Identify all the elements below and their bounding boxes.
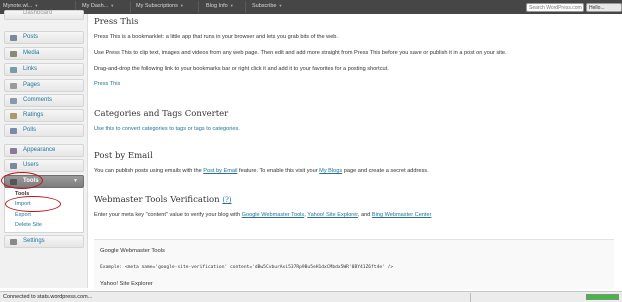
help-link[interactable]: (?) <box>222 196 231 204</box>
sidebar-item-label: Comments <box>23 97 53 103</box>
sidebar-item-label: Links <box>23 66 38 72</box>
users-icon <box>10 163 17 169</box>
press-this-description: Press This is a bookmarklet: a little ap… <box>94 34 338 40</box>
yahoo-site-explorer-link[interactable]: Yahoo! Site Explorer <box>307 212 358 218</box>
submenu-item-export[interactable]: Export <box>15 212 31 218</box>
link-icon <box>10 67 17 73</box>
comment-icon <box>10 98 17 104</box>
star-icon <box>10 113 17 119</box>
sidebar-item-media[interactable]: Media <box>4 47 84 60</box>
sidebar-item-label: Pages <box>23 82 41 88</box>
yahoo-verification-label: Yahoo! Site Explorer <box>100 281 153 287</box>
chevron-down-icon: ▼ <box>278 3 283 8</box>
chevron-down-icon: ▼ <box>73 178 78 184</box>
post-by-email-text: feature. To enable this visit your <box>239 168 318 174</box>
sidebar-item-label: Appearance <box>23 147 56 153</box>
webmaster-text: Enter your meta key "content" value to v… <box>94 212 241 218</box>
status-text: Connected to stats.wordpress.com... <box>3 294 93 300</box>
chevron-down-icon: ▼ <box>229 3 234 8</box>
post-by-email-description: You can publish posts using emails with … <box>94 168 429 174</box>
my-blogs-link[interactable]: My Blogs <box>319 168 342 174</box>
google-webmaster-link[interactable]: Google Webmaster Tools <box>242 212 305 218</box>
admin-bar-divider <box>198 1 199 13</box>
media-icon <box>10 51 17 57</box>
user-menu-button[interactable]: Hello... <box>586 3 622 12</box>
sidebar-item-label: Media <box>23 50 40 56</box>
page-icon <box>10 83 17 89</box>
browser-status-bar: Connected to stats.wordpress.com... <box>0 291 622 302</box>
sidebar-item-label: Settings <box>23 238 45 244</box>
admin-bar-subscribe[interactable]: Subscribe ▼ <box>252 3 282 9</box>
admin-bar-divider <box>245 1 246 13</box>
post-by-email-text: page and create a secret address. <box>343 168 429 174</box>
sidebar-item-label: Ratings <box>23 112 44 118</box>
page-load-progress-fill <box>587 295 618 299</box>
webmaster-title-text: Webmaster Tools Verification <box>94 195 220 205</box>
press-this-instructions: Drag-and-drop the following link to your… <box>94 66 389 72</box>
chevron-down-icon: ▼ <box>110 3 115 8</box>
sidebar-item-dashboard[interactable]: Dashboard <box>4 10 84 20</box>
bing-webmaster-link[interactable]: Bing Webmaster Center <box>372 212 432 218</box>
submenu-item-delete-site[interactable]: Delete Site <box>15 222 42 228</box>
settings-icon <box>10 239 17 245</box>
webmaster-text: , and <box>357 212 371 218</box>
sidebar-item-posts[interactable]: Posts <box>4 31 84 44</box>
sidebar-item-label: Polls <box>23 127 37 133</box>
search-input[interactable]: Search WordPress.com <box>526 3 584 12</box>
press-this-usage: Use Press This to clip text, images and … <box>94 50 507 56</box>
chevron-down-icon: ▼ <box>179 3 184 8</box>
admin-bar-divider <box>130 1 131 13</box>
admin-bar-my-dashboard[interactable]: My Dash... ▼ <box>82 3 114 9</box>
admin-bar-my-subscriptions[interactable]: My Subscriptions ▼ <box>136 3 184 9</box>
section-title-press-this: Press This <box>94 17 139 27</box>
poll-icon <box>10 128 17 134</box>
brush-icon <box>10 148 17 154</box>
google-verification-label: Google Webmaster Tools <box>100 248 165 254</box>
sidebar-item-settings[interactable]: Settings <box>4 235 84 248</box>
sidebar-item-label: Users <box>23 162 39 168</box>
annotation-circle-import <box>5 196 61 212</box>
section-title-post-by-email: Post by Email <box>94 151 153 161</box>
sidebar-item-ratings[interactable]: Ratings <box>4 109 84 122</box>
sidebar-item-appearance[interactable]: Appearance <box>4 144 84 157</box>
webmaster-description: Enter your meta key "content" value to v… <box>94 212 432 218</box>
tools-page-content: Press This Press This is a bookmarklet: … <box>92 14 622 290</box>
chevron-down-icon: ▼ <box>34 3 39 8</box>
sidebar-item-label: Dashboard <box>23 10 53 16</box>
sidebar-item-label: Posts <box>23 34 39 40</box>
annotation-circle-tools <box>1 172 43 189</box>
pushpin-icon <box>10 35 17 41</box>
google-verification-example: Example: <meta name='google-site-verific… <box>100 265 394 270</box>
verification-form: Google Webmaster Tools Example: <meta na… <box>94 239 614 289</box>
admin-bar: Mynote.wl... ▼ My Dash... ▼ My Subscriptio… <box>0 0 622 14</box>
admin-sidebar: Dashboard Posts Media Links Pages Commen… <box>0 10 88 288</box>
post-by-email-link[interactable]: Post by Email <box>203 168 237 174</box>
sidebar-item-users[interactable]: Users <box>4 159 84 172</box>
converter-link[interactable]: Use this to convert categories to tags o… <box>94 126 240 132</box>
status-divider <box>470 293 471 302</box>
sidebar-item-pages[interactable]: Pages <box>4 79 84 92</box>
sidebar-item-polls[interactable]: Polls <box>4 124 84 137</box>
sidebar-item-comments[interactable]: Comments <box>4 94 84 107</box>
section-title-webmaster: Webmaster Tools Verification (?) <box>94 195 232 205</box>
press-this-bookmarklet-link[interactable]: Press This <box>94 81 120 87</box>
post-by-email-text: You can publish posts using emails with … <box>94 168 202 174</box>
section-title-converter: Categories and Tags Converter <box>94 109 229 119</box>
admin-bar-blog-info[interactable]: Blog Info ▼ <box>206 3 234 9</box>
sidebar-item-links[interactable]: Links <box>4 63 84 76</box>
admin-bar-site-name[interactable]: Mynote.wl... ▼ <box>3 3 38 9</box>
page-load-progress <box>586 294 619 300</box>
